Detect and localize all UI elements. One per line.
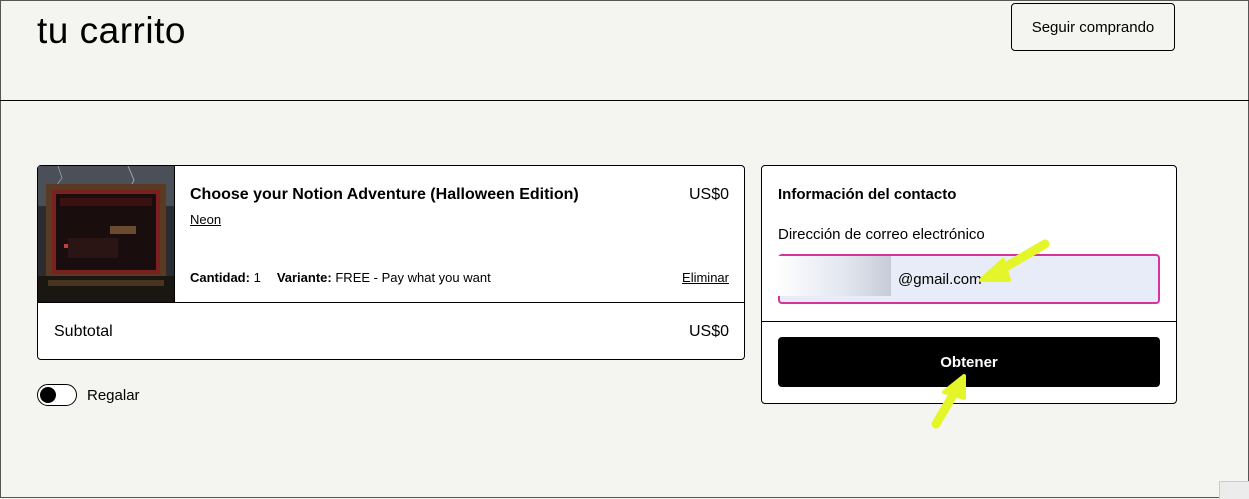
product-price: US$0	[688, 186, 729, 203]
subtotal-value: US$0	[688, 323, 729, 340]
divider	[38, 302, 744, 303]
variant: Variante: FREE - Pay what you want	[277, 270, 491, 285]
toggle-knob	[40, 387, 56, 403]
quantity-label: Cantidad:	[190, 270, 250, 285]
page-title: tu carrito	[37, 10, 186, 51]
arrow-icon	[979, 239, 1050, 282]
redaction-blur	[776, 256, 891, 296]
recaptcha-icon[interactable]	[1219, 481, 1249, 499]
product-title: Choose your Notion Adventure (Halloween …	[190, 186, 579, 203]
product-thumbnail[interactable]	[38, 166, 175, 302]
product-image	[38, 166, 174, 302]
product-meta: Cantidad: 1 Variante: FREE - Pay what yo…	[190, 270, 491, 285]
gift-label: Regalar	[87, 387, 140, 404]
variant-value: FREE - Pay what you want	[335, 270, 491, 285]
gift-toggle[interactable]	[37, 384, 77, 406]
quantity-value: 1	[253, 270, 261, 285]
seller-link[interactable]: Neon	[190, 212, 221, 227]
divider	[762, 321, 1176, 322]
continue-shopping-button[interactable]: Seguir comprando	[1011, 3, 1175, 51]
remove-link[interactable]: Eliminar	[682, 270, 729, 285]
cart-item-card: Choose your Notion Adventure (Halloween …	[37, 165, 745, 360]
page-header: tu carrito Seguir comprando	[0, 0, 1249, 101]
variant-label: Variante:	[276, 270, 332, 285]
contact-title: Información del contacto	[778, 186, 957, 203]
arrow-icon	[931, 374, 966, 429]
quantity: Cantidad: 1	[190, 270, 261, 285]
email-label: Dirección de correo electrónico	[778, 226, 985, 243]
subtotal-label: Subtotal	[54, 323, 113, 340]
